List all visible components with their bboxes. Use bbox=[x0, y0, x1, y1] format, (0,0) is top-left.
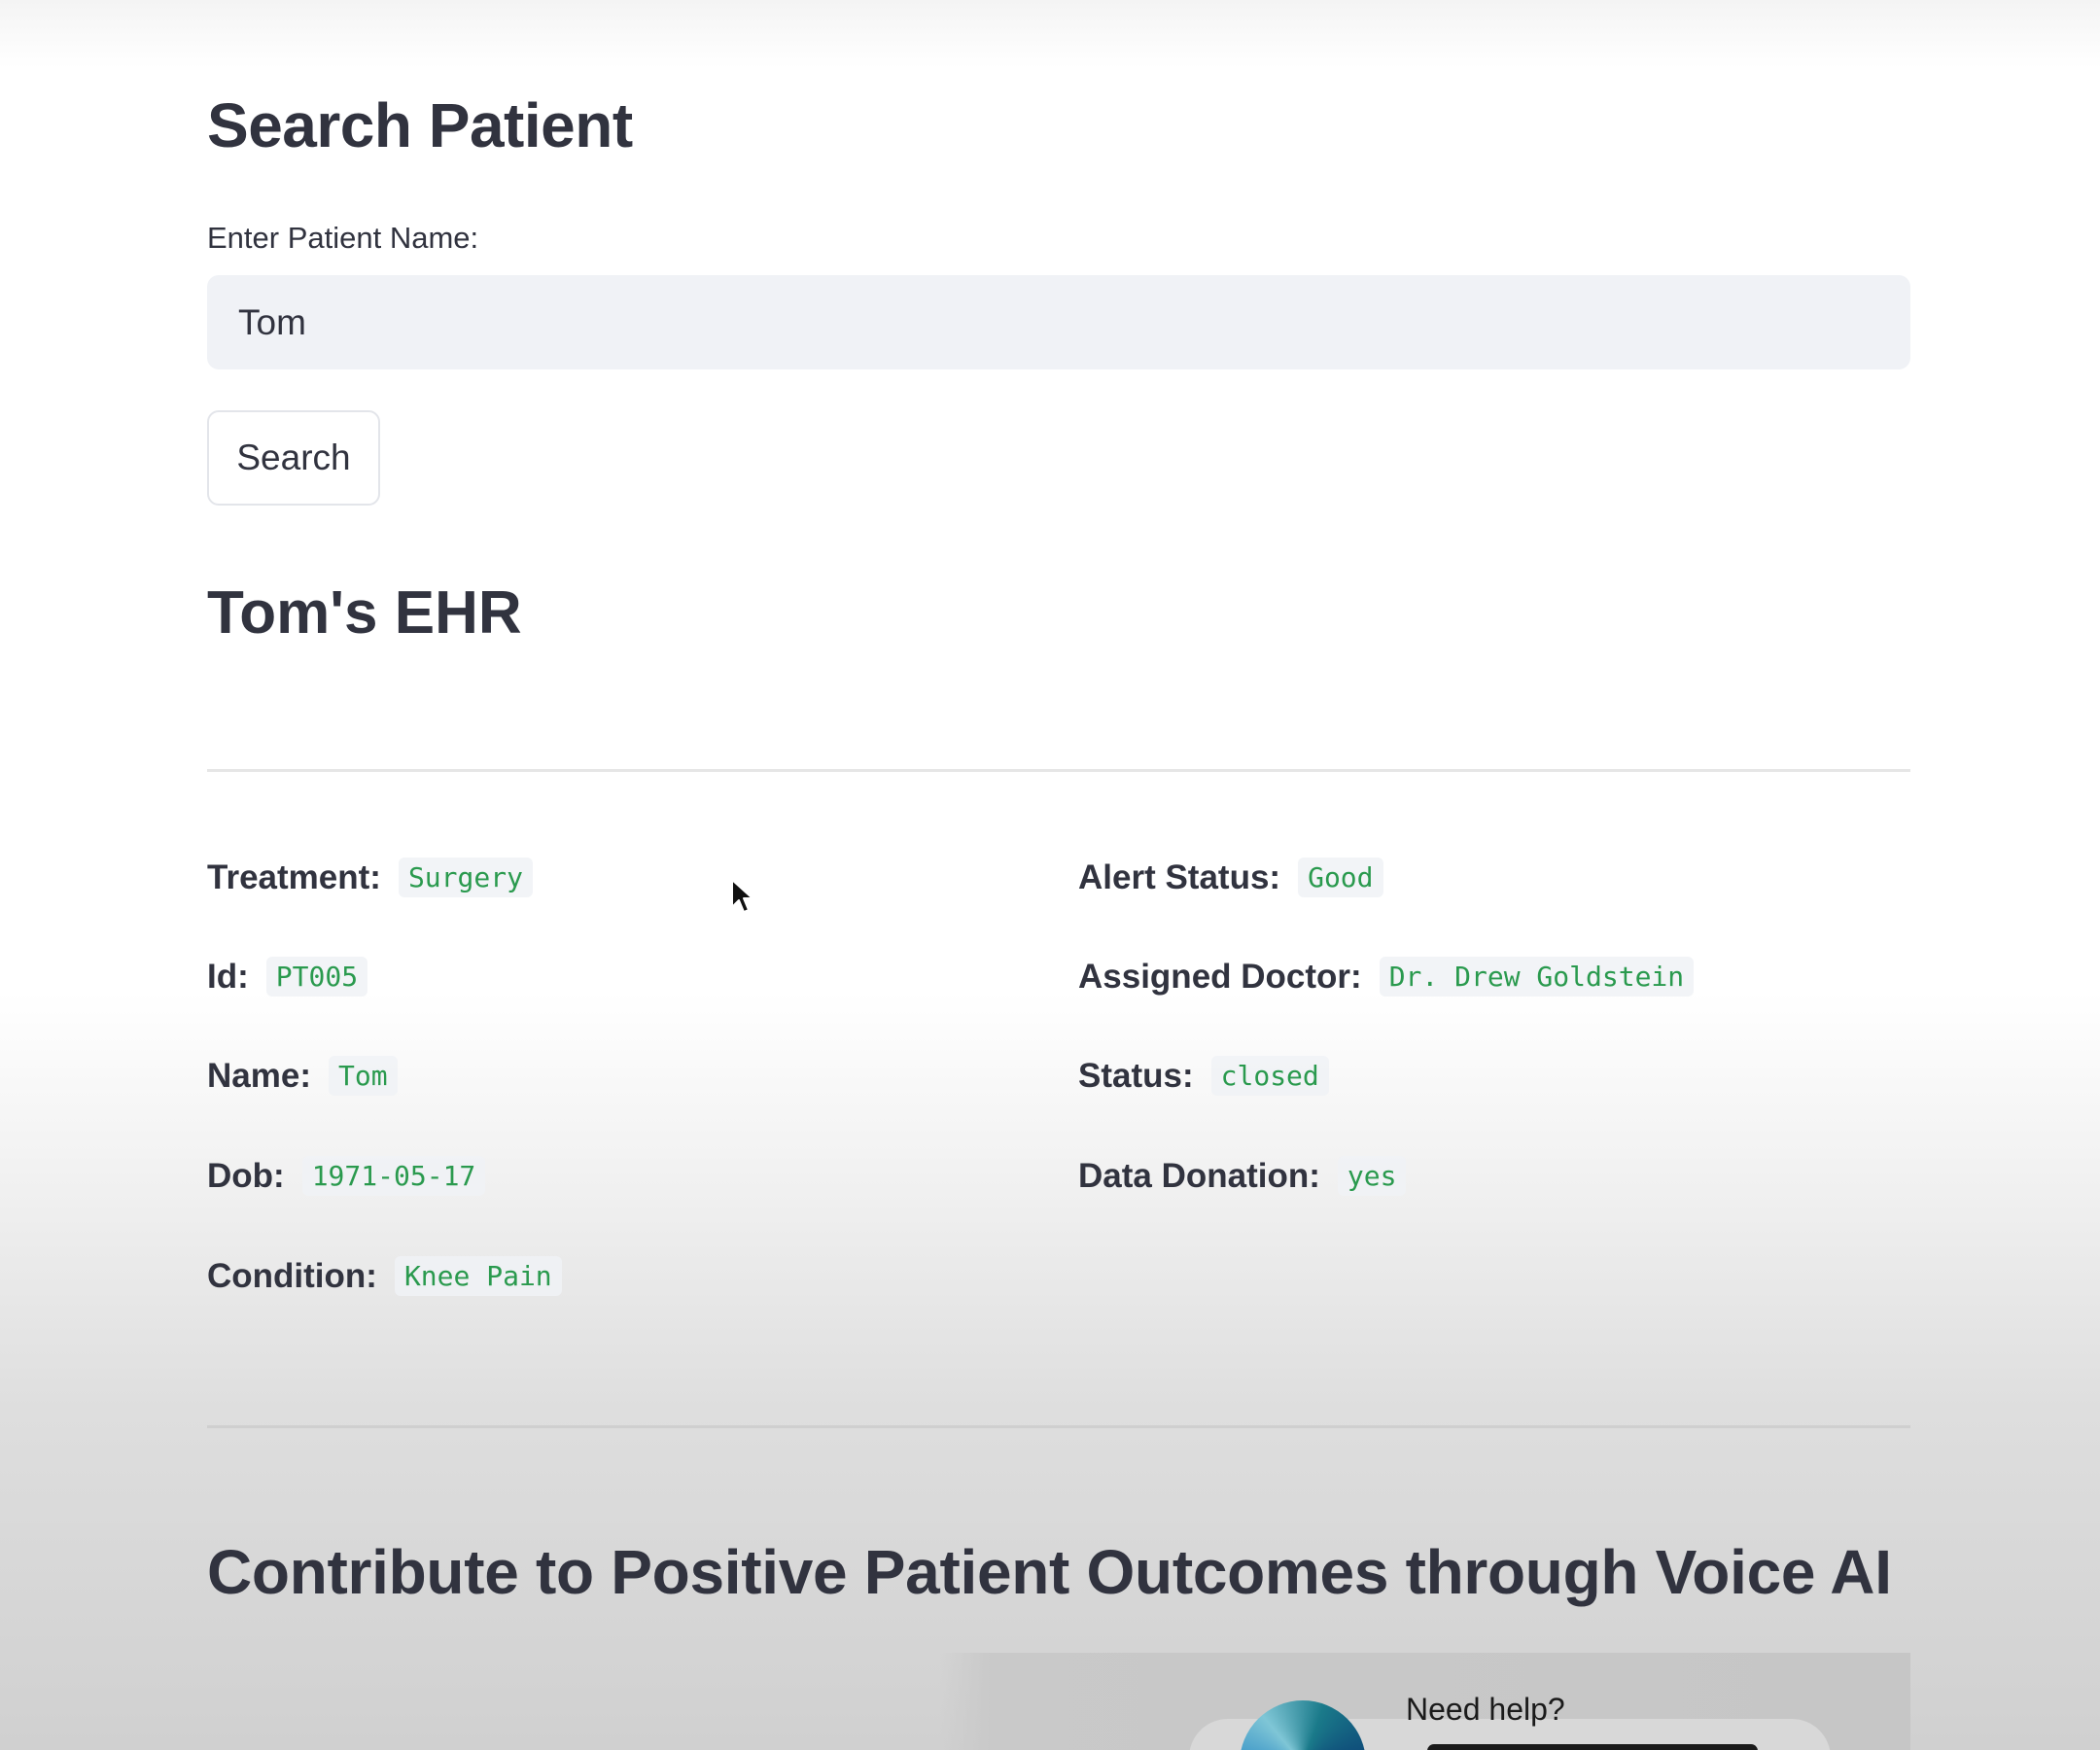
field-value: Tom bbox=[328, 1056, 398, 1096]
patient-name-input[interactable]: Tom bbox=[207, 275, 1910, 369]
field-alert-status: Alert Status: Good bbox=[1078, 858, 1383, 897]
field-condition: Condition: Knee Pain bbox=[207, 1256, 562, 1296]
search-button[interactable]: Search bbox=[207, 410, 380, 506]
divider bbox=[207, 769, 1910, 772]
field-data-donation: Data Donation: yes bbox=[1078, 1156, 1407, 1196]
field-label: Treatment: bbox=[207, 858, 381, 896]
field-value: PT005 bbox=[265, 957, 368, 997]
need-help-label[interactable]: Need help? bbox=[1406, 1692, 1565, 1728]
field-value: Good bbox=[1298, 858, 1383, 897]
field-label: Condition: bbox=[207, 1256, 377, 1295]
divider bbox=[207, 1425, 1910, 1428]
field-label: Data Donation: bbox=[1078, 1156, 1320, 1195]
field-value: closed bbox=[1210, 1056, 1329, 1096]
voice-ai-title: Contribute to Positive Patient Outcomes … bbox=[207, 1537, 1892, 1607]
voice-ai-widget[interactable]: Need help? bbox=[207, 1653, 1910, 1750]
help-action-bar[interactable] bbox=[1427, 1744, 1758, 1750]
field-value: 1971-05-17 bbox=[301, 1156, 486, 1196]
page-title: Search Patient bbox=[207, 90, 633, 160]
field-label: Status: bbox=[1078, 1056, 1194, 1095]
field-label: Assigned Doctor: bbox=[1078, 957, 1362, 996]
field-id: Id: PT005 bbox=[207, 957, 368, 997]
field-value: yes bbox=[1337, 1156, 1407, 1196]
field-value: Surgery bbox=[398, 858, 533, 897]
field-label: Alert Status: bbox=[1078, 858, 1281, 896]
field-value: Dr. Drew Goldstein bbox=[1379, 957, 1695, 997]
field-label: Id: bbox=[207, 957, 249, 996]
field-label: Dob: bbox=[207, 1156, 285, 1195]
field-dob: Dob: 1971-05-17 bbox=[207, 1156, 486, 1196]
field-assigned-doctor: Assigned Doctor: Dr. Drew Goldstein bbox=[1078, 957, 1695, 997]
field-name: Name: Tom bbox=[207, 1056, 398, 1096]
field-status: Status: closed bbox=[1078, 1056, 1329, 1096]
patient-name-label: Enter Patient Name: bbox=[207, 221, 479, 255]
mouse-cursor-icon bbox=[731, 879, 753, 913]
voice-orb-icon[interactable] bbox=[1240, 1700, 1366, 1750]
field-label: Name: bbox=[207, 1056, 311, 1095]
field-treatment: Treatment: Surgery bbox=[207, 858, 533, 897]
field-value: Knee Pain bbox=[394, 1256, 562, 1296]
ehr-title: Tom's EHR bbox=[207, 579, 522, 647]
